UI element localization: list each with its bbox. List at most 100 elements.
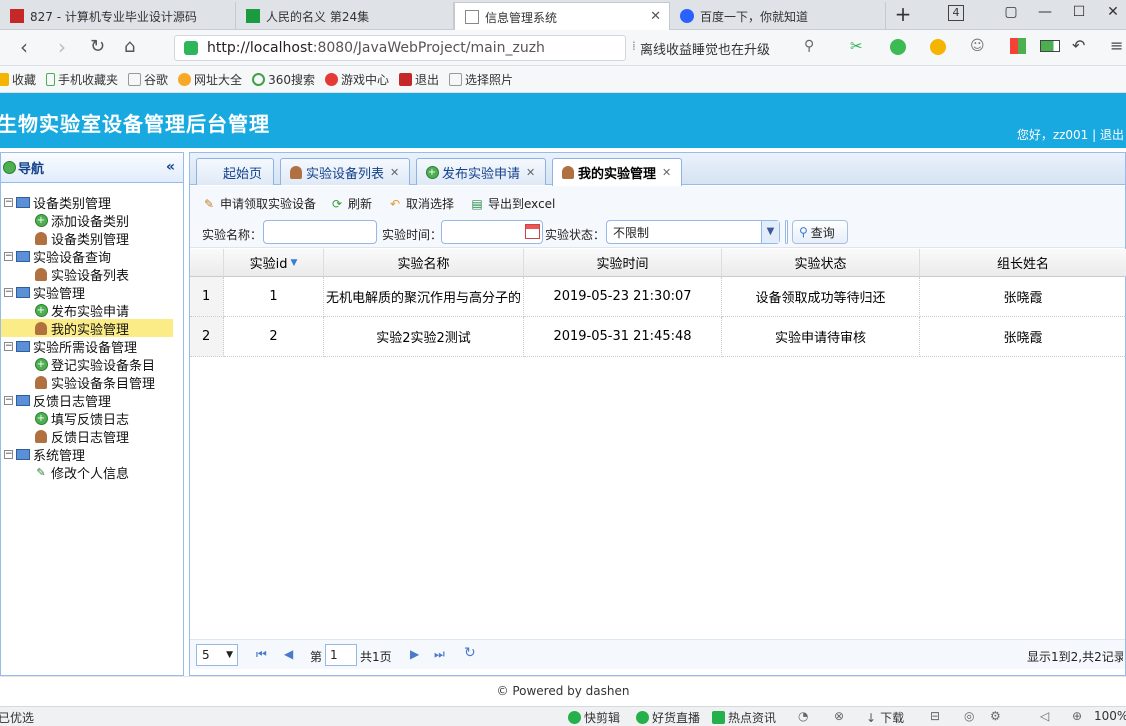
bookmark-item[interactable]: 收藏 bbox=[0, 71, 36, 88]
restore-icon[interactable]: ▢ bbox=[1000, 4, 1022, 20]
chevron-down-icon[interactable]: ▼ bbox=[761, 221, 779, 243]
battery-icon[interactable] bbox=[1040, 40, 1060, 52]
calendar-icon[interactable] bbox=[525, 224, 540, 239]
table-cell-time[interactable]: 2019-05-23 21:30:07 bbox=[524, 277, 722, 317]
expand-toggle-icon[interactable]: − bbox=[4, 287, 13, 297]
back-icon[interactable]: ‹ bbox=[20, 36, 28, 58]
undo-icon[interactable]: ↶ bbox=[1072, 36, 1085, 55]
coin-icon[interactable] bbox=[930, 39, 946, 55]
page-size-select[interactable]: 5 ▼ bbox=[196, 644, 238, 666]
table-cell-name[interactable]: 无机电解质的聚沉作用与高分子的 bbox=[324, 277, 524, 317]
mute-icon[interactable]: ◎ bbox=[964, 709, 974, 723]
last-page-icon[interactable]: ⏭ bbox=[434, 647, 445, 662]
tab-equipment-list[interactable]: 实验设备列表 ✕ bbox=[280, 158, 410, 185]
sidebar-item-my-experiments[interactable]: 我的实验管理 bbox=[1, 319, 173, 338]
table-cell-time[interactable]: 2019-05-31 21:45:48 bbox=[524, 317, 722, 357]
status-item[interactable]: 好货直播 bbox=[636, 709, 700, 726]
gear-icon[interactable]: ⚙ bbox=[990, 709, 1001, 723]
tab-home[interactable]: 起始页 bbox=[196, 158, 274, 185]
bookmark-item[interactable]: 退出 bbox=[398, 71, 439, 88]
row-number[interactable]: 1 bbox=[190, 277, 224, 317]
expand-toggle-icon[interactable]: − bbox=[4, 449, 13, 459]
reload-icon[interactable]: ↻ bbox=[90, 36, 105, 58]
bookmark-item[interactable]: 网址大全 bbox=[178, 71, 242, 88]
bookmark-item[interactable]: 游戏中心 bbox=[324, 71, 389, 88]
scissors-icon[interactable]: ✂ bbox=[850, 37, 863, 55]
sidebar-item-write-feedback[interactable]: + 填写反馈日志 bbox=[34, 409, 129, 428]
sidebar-item-equipment-entry-manage[interactable]: 实验设备条目管理 bbox=[34, 373, 155, 392]
bookmark-item[interactable]: 选择照片 bbox=[449, 71, 513, 88]
table-cell-name[interactable]: 实验2实验2测试 bbox=[324, 317, 524, 357]
prev-page-icon[interactable]: ◀ bbox=[284, 647, 293, 661]
sidebar-item-equipment-category[interactable]: − 设备类别管理 bbox=[4, 193, 111, 212]
browser-tab-3-active[interactable]: 信息管理系统 ✕ bbox=[454, 2, 670, 31]
collapse-icon[interactable]: « bbox=[166, 159, 175, 175]
menu-icon[interactable]: ≡ bbox=[1110, 36, 1123, 55]
table-cell-state[interactable]: 实验申请待审核 bbox=[722, 317, 920, 357]
screenshot-icon[interactable]: ☺ bbox=[970, 38, 985, 54]
sidebar-item-experiment-manage[interactable]: − 实验管理 bbox=[4, 283, 85, 302]
export-excel-button[interactable]: ▤ 导出到excel bbox=[470, 195, 555, 212]
news-ticker[interactable]: 离线收益睡觉也在升级 bbox=[640, 39, 770, 58]
pin-icon[interactable]: ⊗ bbox=[834, 709, 844, 723]
sidebar-item-equipment-query[interactable]: − 实验设备查询 bbox=[4, 247, 111, 266]
download-button[interactable]: ↓ 下载 bbox=[866, 709, 904, 726]
url-field[interactable]: http://localhost:8080/JavaWebProject/mai… bbox=[174, 35, 626, 61]
column-header-name[interactable]: 实验名称 bbox=[324, 249, 524, 277]
column-header-state[interactable]: 实验状态 bbox=[722, 249, 920, 277]
close-tab-icon[interactable]: ✕ bbox=[650, 9, 661, 24]
zoom-level[interactable]: 100% bbox=[1094, 709, 1126, 723]
grid-icon[interactable]: ⁞ bbox=[632, 39, 636, 53]
bookmark-item[interactable]: 手机收藏夹 bbox=[46, 71, 118, 88]
bookmark-item[interactable]: 谷歌 bbox=[128, 71, 168, 88]
minimize-icon[interactable]: — bbox=[1034, 4, 1056, 20]
close-tab-icon[interactable]: ✕ bbox=[390, 166, 399, 179]
expand-toggle-icon[interactable]: − bbox=[4, 197, 13, 207]
first-page-icon[interactable]: ⏮ bbox=[256, 647, 267, 662]
column-header-time[interactable]: 实验时间 bbox=[524, 249, 722, 277]
sidebar-item-add-category[interactable]: + 添加设备类别 bbox=[34, 211, 129, 230]
expand-toggle-icon[interactable]: − bbox=[4, 251, 13, 261]
table-cell-id[interactable]: 2 bbox=[224, 317, 324, 357]
column-header-leader[interactable]: 组长姓名 bbox=[920, 249, 1126, 277]
status-item[interactable]: 热点资讯 bbox=[712, 709, 776, 726]
query-button[interactable]: ⚲ 查询 bbox=[792, 220, 848, 244]
new-tab-button[interactable]: + bbox=[892, 2, 914, 26]
sidebar-item-equipment-list[interactable]: 实验设备列表 bbox=[34, 265, 129, 284]
zoom-icon[interactable]: ⊕ bbox=[1072, 709, 1082, 723]
user-greeting[interactable]: 您好，zz001 | 退出 bbox=[1017, 126, 1124, 143]
experiment-time-input[interactable] bbox=[441, 220, 543, 244]
apps-icon[interactable] bbox=[1010, 38, 1026, 54]
layout-icon[interactable]: ⊟ bbox=[930, 709, 940, 723]
forward-icon[interactable]: › bbox=[58, 36, 66, 58]
translate-icon[interactable] bbox=[890, 39, 906, 55]
table-cell-leader[interactable]: 张晓霞 bbox=[920, 277, 1126, 317]
browser-tab-2[interactable]: 人民的名义 第24集 bbox=[236, 2, 454, 30]
row-number[interactable]: 2 bbox=[190, 317, 224, 357]
refresh-button[interactable]: ⟳ 刷新 bbox=[330, 195, 372, 212]
reload-icon[interactable]: ↻ bbox=[464, 645, 476, 661]
browser-tab-1[interactable]: 827 - 计算机专业毕业设计源码 bbox=[0, 2, 236, 30]
speed-icon[interactable]: ◔ bbox=[798, 709, 808, 723]
maximize-icon[interactable]: ☐ bbox=[1068, 4, 1090, 20]
sidebar-item-required-equipment[interactable]: − 实验所需设备管理 bbox=[4, 337, 137, 356]
browser-tab-4[interactable]: 百度一下，你就知道 bbox=[670, 2, 886, 30]
close-window-icon[interactable]: ✕ bbox=[1102, 4, 1124, 20]
sidebar-item-system-manage[interactable]: − 系统管理 bbox=[4, 445, 85, 464]
tab-count-badge[interactable]: 4 bbox=[948, 5, 964, 21]
bookmark-item[interactable]: 360搜索 bbox=[252, 71, 315, 88]
close-tab-icon[interactable]: ✕ bbox=[662, 166, 671, 179]
experiment-state-select[interactable]: 不限制 ▼ bbox=[606, 220, 780, 244]
tab-publish-request[interactable]: + 发布实验申请 ✕ bbox=[416, 158, 546, 185]
column-header-id[interactable]: 实验id ▼ bbox=[224, 249, 324, 277]
close-tab-icon[interactable]: ✕ bbox=[526, 166, 535, 179]
volume-icon[interactable]: ◁ bbox=[1040, 709, 1049, 723]
home-icon[interactable]: ⌂ bbox=[124, 36, 135, 58]
next-page-icon[interactable]: ▶ bbox=[410, 647, 419, 661]
sidebar-item-category-manage[interactable]: 设备类别管理 bbox=[34, 229, 129, 248]
expand-toggle-icon[interactable]: − bbox=[4, 395, 13, 405]
expand-toggle-icon[interactable]: − bbox=[4, 341, 13, 351]
tab-my-experiments[interactable]: 我的实验管理 ✕ bbox=[552, 158, 682, 186]
sidebar-item-feedback-log-manage[interactable]: 反馈日志管理 bbox=[34, 427, 129, 446]
page-number-input[interactable]: 1 bbox=[325, 644, 357, 666]
